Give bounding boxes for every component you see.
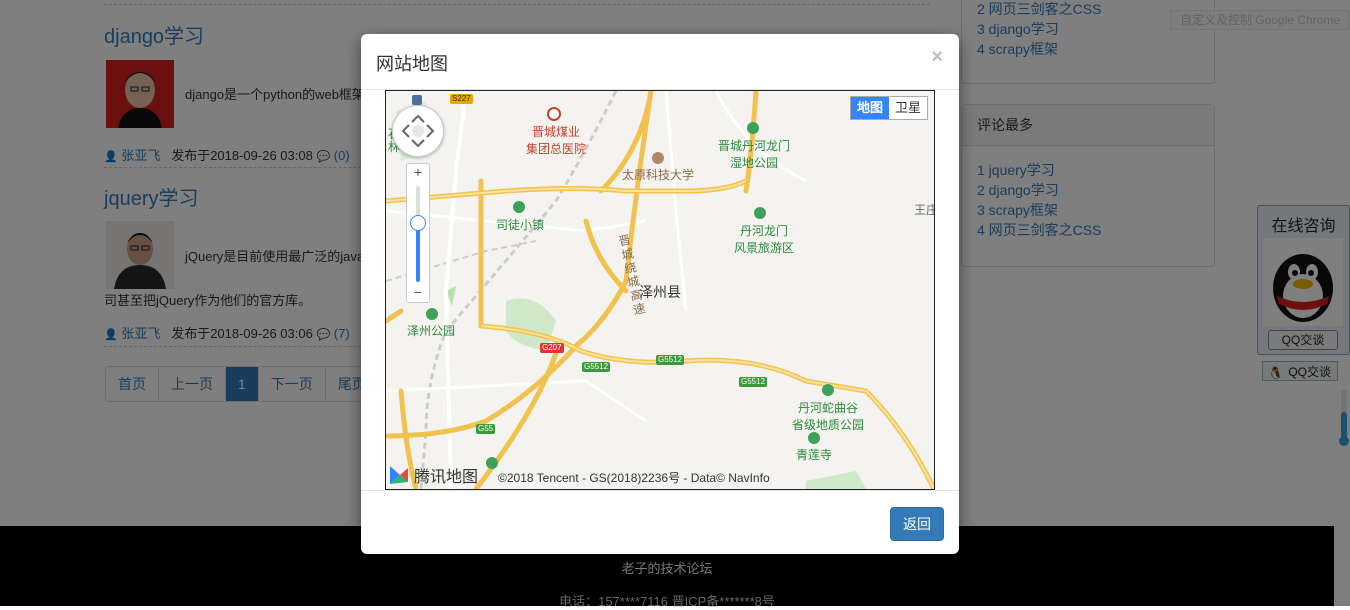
pan-arrows-icon (401, 114, 435, 148)
map-label-park: 泽州公园 (407, 324, 456, 338)
zoom-control: + − (406, 163, 430, 303)
compass-icon (412, 95, 422, 105)
zoom-out-button[interactable]: − (407, 284, 429, 300)
back-button[interactable]: 返回 (890, 507, 944, 541)
map-label-geopark: 丹河蛇曲谷 省级地质公园 (792, 401, 865, 432)
road-shield: G5512 (739, 377, 768, 387)
road-shield: G55 (476, 424, 496, 434)
map-label-scenic: 丹河龙门 风景旅游区 (734, 224, 795, 255)
map-logo-text: 腾讯地图 (414, 469, 479, 486)
modal-title: 网站地图 (376, 54, 448, 74)
map-type-satellite[interactable]: 卫星 (889, 97, 927, 119)
road-shield: G5512 (656, 355, 685, 365)
map-label-university: 太原科技大学 (622, 168, 695, 182)
site-map-modal: 网站地图 × S227 G207 G5512 G5512 G5512 G55 晋… (361, 34, 959, 554)
map-label-temple: 青莲寺 (796, 448, 833, 462)
map-label-county: 泽州县 (639, 284, 681, 300)
map-copyright: ©2018 Tencent - GS(2018)2236号 - Data© Na… (498, 471, 770, 485)
road-shield: G207 (540, 343, 564, 353)
road-shield: S227 (450, 94, 473, 104)
map-type-toggle: 地图 卫星 (849, 96, 928, 120)
map-view[interactable]: S227 G207 G5512 G5512 G5512 G55 晋城煤业 集团总… (385, 90, 935, 490)
modal-header: 网站地图 × (361, 34, 959, 90)
map-label-wetland: 晋城丹河龙门 湿地公园 (718, 139, 791, 170)
road-shield: G5512 (582, 362, 611, 372)
zoom-slider-fill (416, 222, 420, 282)
zoom-slider-handle[interactable] (410, 215, 426, 232)
map-label-situ: 司徒小镇 (496, 218, 545, 232)
modal-footer: 返回 (361, 490, 959, 555)
map-label-hospital: 晋城煤业 集团总医院 (526, 125, 587, 156)
map-label-wangzhuang: 王庄 (914, 203, 934, 217)
zoom-in-button[interactable]: + (407, 164, 429, 180)
tencent-map-logo: 腾讯地图 (388, 463, 478, 487)
tencent-map-logo-icon (390, 466, 408, 484)
map-type-map[interactable]: 地图 (850, 97, 889, 119)
pan-control[interactable] (392, 105, 444, 157)
close-icon[interactable]: × (931, 46, 943, 69)
